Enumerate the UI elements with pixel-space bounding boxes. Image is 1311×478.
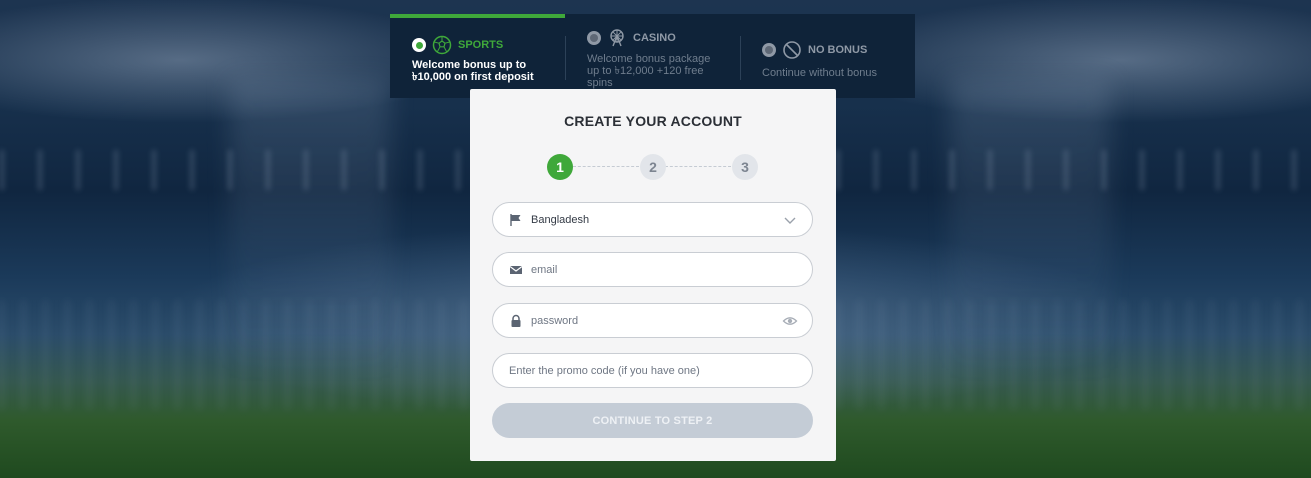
email-field[interactable]: email <box>492 252 813 287</box>
bonus-description: Welcome bonus package up to ৳12,000 +120… <box>587 53 711 89</box>
no-bonus-radio[interactable] <box>762 43 776 57</box>
step-2: 2 <box>640 154 666 180</box>
divider <box>740 36 741 80</box>
country-value: Bangladesh <box>531 213 590 226</box>
flag-icon <box>509 213 523 227</box>
promo-placeholder: Enter the promo code (if you have one) <box>509 364 700 377</box>
bonus-option-sports[interactable]: SPORTS Welcome bonus up to ৳10,000 on fi… <box>412 14 562 98</box>
eye-icon[interactable] <box>782 314 798 328</box>
envelope-icon <box>509 263 523 277</box>
step-connector <box>665 166 731 167</box>
sports-radio[interactable] <box>412 38 426 52</box>
bonus-description: Welcome bonus up to ৳10,000 on first dep… <box>412 59 534 83</box>
casino-radio[interactable] <box>587 31 601 45</box>
step-3: 3 <box>732 154 758 180</box>
ferris-wheel-icon <box>607 28 627 48</box>
bonus-description: Continue without bonus <box>762 67 877 79</box>
password-placeholder: password <box>531 314 579 327</box>
step-connector <box>573 166 639 167</box>
no-sign-icon <box>782 40 802 60</box>
bonus-option-casino[interactable]: CASINO Welcome bonus package up to ৳12,0… <box>587 14 727 98</box>
bonus-title: CASINO <box>633 32 676 44</box>
email-placeholder: email <box>531 263 558 276</box>
bonus-title: NO BONUS <box>808 44 868 56</box>
registration-card: CREATE YOUR ACCOUNT 1 2 3 Bangladesh ema… <box>470 89 836 461</box>
page-title: CREATE YOUR ACCOUNT <box>564 113 742 129</box>
continue-button[interactable]: CONTINUE TO STEP 2 <box>492 403 813 438</box>
chevron-down-icon[interactable] <box>782 213 798 227</box>
country-select[interactable]: Bangladesh <box>492 202 813 237</box>
bonus-title: SPORTS <box>458 39 504 51</box>
step-1: 1 <box>547 154 573 180</box>
password-field[interactable]: password <box>492 303 813 338</box>
step-indicator: 1 2 3 <box>547 153 759 181</box>
divider <box>565 36 566 80</box>
soccer-ball-icon <box>432 35 452 55</box>
lock-icon <box>509 314 523 328</box>
promo-code-field[interactable]: Enter the promo code (if you have one) <box>492 353 813 388</box>
bonus-option-no-bonus[interactable]: NO BONUS Continue without bonus <box>762 14 902 98</box>
bonus-selector: SPORTS Welcome bonus up to ৳10,000 on fi… <box>390 14 915 98</box>
